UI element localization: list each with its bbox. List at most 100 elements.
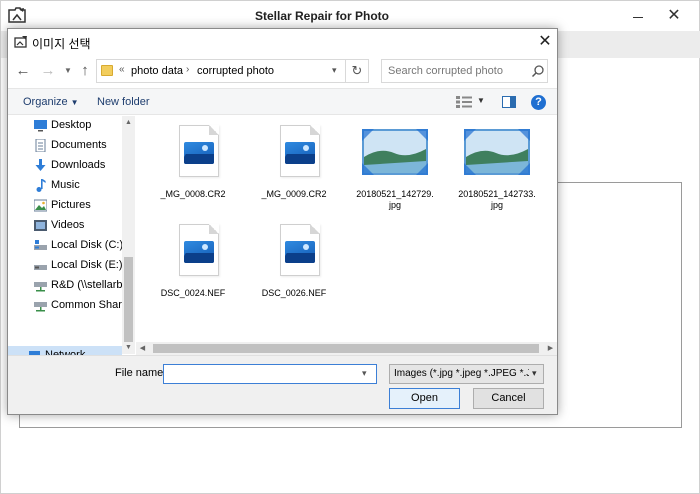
image-file-icon <box>270 123 320 185</box>
nav-item-desktop[interactable]: Desktop <box>8 116 122 136</box>
nav-item-local-disk-e[interactable]: Local Disk (E:) <box>8 256 122 276</box>
nav-item-common-share[interactable]: Common Share <box>8 296 122 316</box>
refresh-button[interactable]: ↻ <box>345 59 369 83</box>
drive-icon <box>34 240 47 250</box>
file-name: DSC_0024.NEF <box>160 288 226 298</box>
scroll-up-arrow-icon[interactable]: ▲ <box>122 116 135 129</box>
file-item[interactable]: 20180521_142729. jpg <box>351 116 439 212</box>
file-name: 20180521_142733. jpg <box>458 189 536 210</box>
app-title: Stellar Repair for Photo <box>254 9 390 23</box>
file-item[interactable]: DSC_0026.NEF <box>250 215 338 311</box>
file-item[interactable]: _MG_0008.CR2 <box>149 116 237 212</box>
nav-item-label: Common Share <box>51 299 122 311</box>
dialog-title: 이미지 선택 <box>32 37 91 51</box>
nav-item-local-disk-c[interactable]: Local Disk (C:) <box>8 236 122 256</box>
scroll-right-arrow-icon[interactable]: ▶ <box>544 342 557 355</box>
breadcrumb-photo-data[interactable]: photo data <box>131 65 183 77</box>
file-item[interactable]: 20180521_142733. jpg <box>453 116 541 212</box>
dialog-footer: File name: ▾ Images (*.jpg *.jpeg *.JPEG… <box>8 355 557 414</box>
file-type-selected-value: Images (*.jpg *.jpeg *.JPEG *.JPG <box>394 368 529 379</box>
cancel-button[interactable]: Cancel <box>473 388 544 409</box>
app-titlebar: Stellar Repair for Photo ✕ <box>1 1 700 31</box>
nav-item-documents[interactable]: Documents <box>8 136 122 156</box>
nav-item-label: R&D (\\stellarba <box>51 279 122 291</box>
navigation-pane: Desktop Documents Downloads Music Pictur… <box>8 116 135 366</box>
photo-thumbnail <box>360 127 428 189</box>
open-file-dialog: 이미지 선택 ✕ ← → ▼ ↑ « photo data › corrupte… <box>7 28 558 415</box>
folder-icon <box>101 65 113 76</box>
search-input[interactable] <box>388 63 528 79</box>
up-button[interactable]: ↑ <box>77 63 93 79</box>
view-options-chevron-icon[interactable]: ▼ <box>477 96 485 105</box>
help-icon[interactable]: ? <box>531 95 546 110</box>
pictures-icon <box>34 199 47 212</box>
nav-item-label: Downloads <box>51 159 106 171</box>
file-name: 20180521_142729. jpg <box>356 189 434 210</box>
nav-item-label: Videos <box>51 219 85 231</box>
forward-button[interactable]: → <box>40 63 56 79</box>
music-icon <box>36 179 46 192</box>
file-name: _MG_0009.CR2 <box>261 189 327 199</box>
nav-item-downloads[interactable]: Downloads <box>8 156 122 176</box>
dialog-titlebar: 이미지 선택 ✕ <box>8 29 557 56</box>
preview-pane-icon[interactable] <box>502 96 516 108</box>
videos-icon <box>34 220 47 231</box>
new-folder-button[interactable]: New folder <box>97 96 150 108</box>
file-list-area: _MG_0008.CR2 _MG_0009.CR2 20180521_14272… <box>136 116 557 342</box>
network-drive-icon <box>34 302 47 312</box>
image-file-icon <box>270 222 320 284</box>
nav-item-label: Local Disk (E:) <box>51 259 122 271</box>
file-name-input[interactable] <box>167 367 357 381</box>
documents-icon <box>35 139 46 152</box>
organize-label: Organize <box>23 96 68 108</box>
nav-pane-scrollbar[interactable]: ▲ ▼ <box>122 116 135 354</box>
nav-item-rd-share[interactable]: R&D (\\stellarba <box>8 276 122 296</box>
file-area-horizontal-scrollbar[interactable]: ◀ ▶ <box>136 342 557 355</box>
back-button[interactable]: ← <box>15 63 31 79</box>
scroll-thumb[interactable] <box>153 344 539 353</box>
chevron-down-icon[interactable]: ▾ <box>362 368 367 379</box>
image-file-icon <box>169 123 219 185</box>
scroll-thumb[interactable] <box>124 257 133 342</box>
dialog-app-icon <box>14 36 27 48</box>
file-name: DSC_0026.NEF <box>261 288 327 298</box>
nav-item-label: Desktop <box>51 119 92 131</box>
downloads-icon <box>35 159 46 171</box>
photo-thumbnail <box>462 127 530 189</box>
search-icon[interactable] <box>531 64 545 78</box>
nav-item-label: Local Disk (C:) <box>51 239 122 251</box>
file-name-field[interactable]: ▾ <box>163 364 377 384</box>
nav-item-music[interactable]: Music <box>8 176 122 196</box>
network-drive-icon <box>34 282 47 292</box>
scroll-left-arrow-icon[interactable]: ◀ <box>136 342 149 355</box>
minimize-button[interactable] <box>623 9 653 25</box>
breadcrumb-corrupted-photo[interactable]: corrupted photo <box>197 65 274 77</box>
nav-item-videos[interactable]: Videos <box>8 216 122 236</box>
search-box[interactable] <box>381 59 548 83</box>
file-item[interactable]: DSC_0024.NEF <box>149 215 237 311</box>
open-button[interactable]: Open <box>389 388 460 409</box>
breadcrumb-separator[interactable]: › <box>186 64 189 75</box>
dialog-close-button[interactable]: ✕ <box>536 33 554 51</box>
image-file-icon <box>169 222 219 284</box>
chevron-down-icon: ▾ <box>532 368 537 378</box>
app-close-button[interactable]: ✕ <box>659 5 689 27</box>
file-name: _MG_0008.CR2 <box>160 189 226 199</box>
file-type-select[interactable]: Images (*.jpg *.jpeg *.JPEG *.JPG ▾ <box>389 364 544 384</box>
drive-icon <box>34 265 47 270</box>
nav-item-pictures[interactable]: Pictures <box>8 196 122 216</box>
command-bar: Organize ▼ New folder ▼ ? <box>8 88 557 115</box>
breadcrumb-overflow[interactable]: « <box>119 64 125 75</box>
desktop-icon <box>34 120 47 132</box>
file-name-label: File name: <box>115 367 167 379</box>
scroll-down-arrow-icon[interactable]: ▼ <box>122 341 135 354</box>
address-dropdown-icon[interactable]: ▾ <box>332 65 337 76</box>
address-bar[interactable]: « photo data › corrupted photo ▾ <box>96 59 351 83</box>
chevron-down-icon: ▼ <box>70 98 79 107</box>
file-item[interactable]: _MG_0009.CR2 <box>250 116 338 212</box>
recent-locations-button[interactable]: ▼ <box>63 64 73 78</box>
organize-menu-button[interactable]: Organize ▼ <box>23 96 79 108</box>
nav-item-label: Music <box>51 179 80 191</box>
change-view-icon[interactable] <box>456 96 472 108</box>
nav-item-label: Documents <box>51 139 107 151</box>
